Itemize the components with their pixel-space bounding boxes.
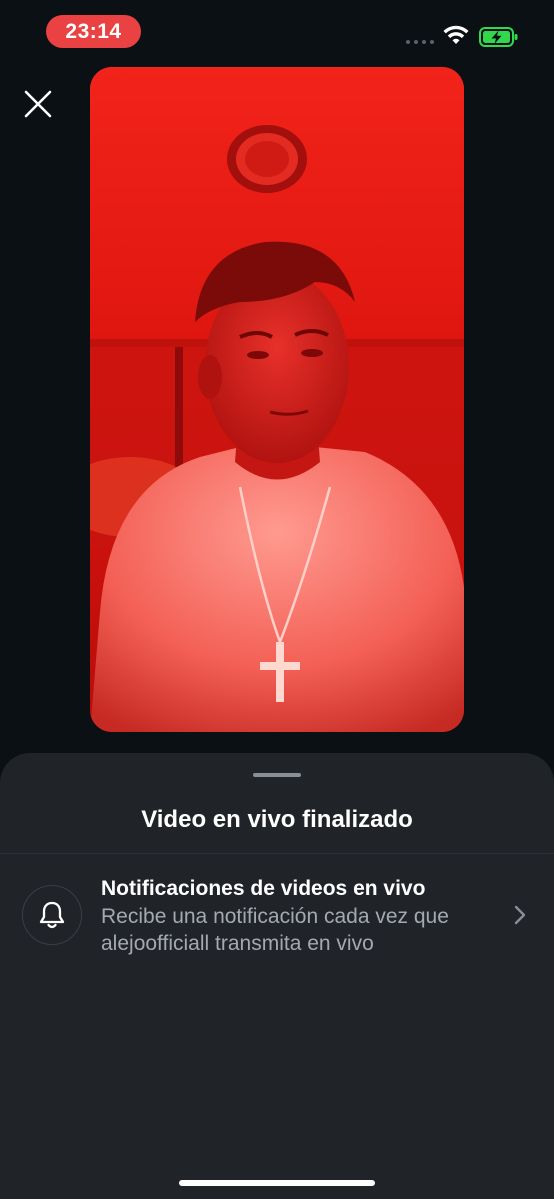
signal-dots-icon (406, 40, 434, 44)
divider (0, 853, 554, 854)
close-icon (24, 90, 52, 118)
wifi-icon (443, 25, 469, 44)
bottom-sheet: Video en vivo finalizado Notificaciones … (0, 753, 554, 1199)
status-bar: 23:14 (0, 0, 554, 64)
notification-row-title: Notificaciones de videos en vivo (101, 877, 426, 900)
bell-icon-container (22, 885, 82, 945)
chevron-right-icon (514, 905, 526, 925)
bell-icon (39, 901, 65, 929)
home-indicator[interactable] (179, 1180, 375, 1186)
video-frame-image (90, 67, 464, 732)
notification-row-description: Recibe una notificación cada vez que ale… (101, 905, 449, 955)
close-button[interactable] (18, 84, 58, 124)
sheet-title: Video en vivo finalizado (141, 806, 413, 833)
screen: 23:14 Video en vivo finalizado Notificac… (0, 0, 554, 1199)
status-time: 23:14 (46, 15, 141, 48)
battery-charging-icon (479, 27, 518, 47)
drag-handle[interactable] (253, 773, 301, 777)
live-video-preview (90, 67, 464, 732)
live-notifications-row[interactable]: Notificaciones de videos en vivo Recibe … (0, 865, 554, 965)
